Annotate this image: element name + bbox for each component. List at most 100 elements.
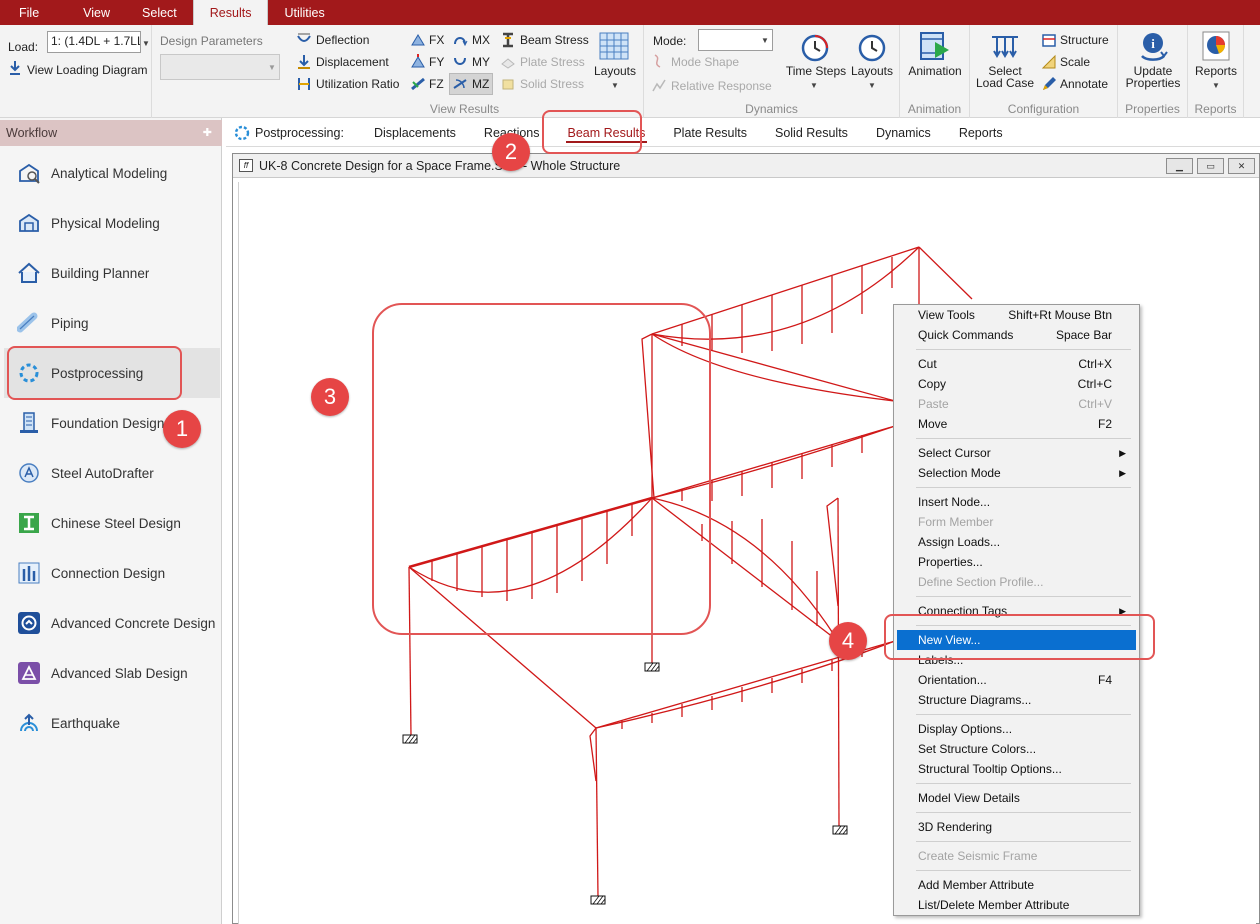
fx-button[interactable]: FX bbox=[429, 33, 444, 47]
layouts-grid-icon bbox=[599, 32, 629, 60]
building-planner-icon bbox=[16, 260, 42, 286]
menu-item-selection-mode[interactable]: Selection Mode ▶ bbox=[897, 463, 1136, 483]
maximize-icon[interactable]: ▭ bbox=[1197, 158, 1224, 174]
submenu-arrow-icon: ▶ bbox=[1119, 447, 1126, 458]
solid-stress-icon bbox=[502, 79, 514, 90]
highlight-new-view bbox=[884, 614, 1155, 660]
mode-combo-caret-icon[interactable]: ▼ bbox=[761, 36, 769, 45]
animation-label: Animation bbox=[907, 102, 962, 116]
workflow-item-connection-design[interactable]: Connection Design bbox=[4, 548, 220, 598]
reports-button[interactable]: Reports bbox=[1188, 65, 1244, 77]
configuration-group: Select Load Case Structure Scale Annotat… bbox=[970, 25, 1118, 118]
displacement-button[interactable]: Displacement bbox=[316, 55, 389, 69]
time-steps-caret-icon[interactable]: ▼ bbox=[810, 81, 818, 90]
tab-dynamics[interactable]: Dynamics bbox=[862, 119, 945, 147]
fz-button[interactable]: FZ bbox=[429, 77, 444, 91]
my-button[interactable]: MY bbox=[472, 55, 490, 69]
view-loading-diagram-button[interactable]: View Loading Diagram bbox=[27, 63, 148, 77]
mz-icon bbox=[453, 79, 467, 89]
step-badge-3: 3 bbox=[311, 378, 349, 416]
workflow-item-advanced-slab-design[interactable]: Advanced Slab Design bbox=[4, 648, 220, 698]
menu-select[interactable]: Select bbox=[126, 0, 193, 25]
design-parameters-combo[interactable] bbox=[160, 54, 280, 80]
dynamics-layouts-caret-icon[interactable]: ▼ bbox=[868, 81, 876, 90]
workflow-item-label: Foundation Design bbox=[51, 415, 165, 431]
pin-icon[interactable]: ✚ bbox=[203, 126, 212, 139]
utilization-ratio-button[interactable]: Utilization Ratio bbox=[316, 77, 399, 91]
connection-design-icon bbox=[16, 560, 42, 586]
layouts-caret-icon[interactable]: ▼ bbox=[611, 81, 619, 90]
menu-item-properties[interactable]: Properties... bbox=[897, 552, 1136, 572]
scale-button[interactable]: Scale bbox=[1060, 55, 1090, 69]
update-properties-button-line2[interactable]: Properties bbox=[1118, 77, 1188, 89]
workflow-item-analytical-modeling[interactable]: Analytical Modeling bbox=[4, 148, 220, 198]
layouts-button[interactable]: Layouts bbox=[590, 65, 640, 77]
menu-item-cut[interactable]: Cut Ctrl+X bbox=[897, 354, 1136, 374]
menu-view[interactable]: View bbox=[67, 0, 126, 25]
moment-curve-right-column bbox=[826, 497, 839, 607]
menu-item-shortcut: Ctrl+X bbox=[1078, 357, 1112, 371]
menu-item-quick-commands[interactable]: Quick Commands Space Bar bbox=[897, 325, 1136, 345]
annotate-button[interactable]: Annotate bbox=[1060, 77, 1108, 91]
workflow-item-chinese-steel-design[interactable]: Chinese Steel Design bbox=[4, 498, 220, 548]
fy-button[interactable]: FY bbox=[429, 55, 444, 69]
mx-button[interactable]: MX bbox=[472, 33, 490, 47]
mz-button[interactable]: MZ bbox=[472, 77, 489, 91]
menu-item-label: Select Cursor bbox=[918, 446, 991, 460]
deflection-button[interactable]: Deflection bbox=[316, 33, 369, 47]
animation-button[interactable]: Animation bbox=[900, 65, 970, 77]
menu-item-set-structure-colors[interactable]: Set Structure Colors... bbox=[897, 739, 1136, 759]
solid-stress-button: Solid Stress bbox=[520, 77, 585, 91]
foundation-design-icon bbox=[16, 410, 42, 436]
minimize-icon[interactable]: ▁ bbox=[1166, 158, 1193, 174]
menu-item-move[interactable]: Move F2 bbox=[897, 414, 1136, 434]
workflow-item-steel-autodrafter[interactable]: Steel AutoDrafter bbox=[4, 448, 220, 498]
workflow-item-label: Connection Design bbox=[51, 565, 166, 581]
menu-item-3d-rendering[interactable]: 3D Rendering bbox=[897, 817, 1136, 837]
close-icon[interactable]: ✕ bbox=[1228, 158, 1255, 174]
menu-separator bbox=[916, 349, 1131, 350]
menu-item-select-cursor[interactable]: Select Cursor ▶ bbox=[897, 443, 1136, 463]
select-load-case-icon bbox=[992, 36, 1018, 58]
workflow-item-earthquake[interactable]: Earthquake bbox=[4, 698, 220, 748]
menu-item-copy[interactable]: Copy Ctrl+C bbox=[897, 374, 1136, 394]
menu-bar: File View Select Results Utilities bbox=[0, 0, 1260, 25]
menu-item-label: Define Section Profile... bbox=[918, 575, 1044, 589]
menu-item-assign-loads[interactable]: Assign Loads... bbox=[897, 532, 1136, 552]
menu-item-add-member-attribute[interactable]: Add Member Attribute bbox=[897, 875, 1136, 895]
plate-stress-icon bbox=[501, 58, 515, 69]
workflow-item-piping[interactable]: Piping bbox=[4, 298, 220, 348]
load-combo[interactable]: 1: (1.4DL + 1.7LL) bbox=[47, 31, 141, 53]
menu-file[interactable]: File bbox=[0, 0, 67, 25]
tab-solid-results[interactable]: Solid Results bbox=[761, 119, 862, 147]
menu-item-view-tools[interactable]: View Tools Shift+Rt Mouse Btn bbox=[897, 305, 1136, 325]
menu-item-structure-diagrams[interactable]: Structure Diagrams... bbox=[897, 690, 1136, 710]
tab-reports[interactable]: Reports bbox=[945, 119, 1017, 147]
mode-shape-button: Mode Shape bbox=[671, 55, 740, 69]
time-steps-button[interactable]: Time Steps bbox=[778, 65, 854, 77]
load-combo-caret-icon[interactable]: ▼ bbox=[142, 39, 150, 48]
tab-plate-results[interactable]: Plate Results bbox=[659, 119, 761, 147]
dynamics-layouts-button[interactable]: Layouts bbox=[847, 65, 897, 77]
structure-button[interactable]: Structure bbox=[1060, 33, 1109, 47]
menu-item-model-view-details[interactable]: Model View Details bbox=[897, 788, 1136, 808]
postprocessing-prefix: Postprocessing: bbox=[226, 125, 360, 141]
menu-item-list-delete-member-attribute[interactable]: List/Delete Member Attribute bbox=[897, 895, 1136, 915]
reports-caret-icon[interactable]: ▼ bbox=[1212, 81, 1220, 90]
menu-separator bbox=[916, 487, 1131, 488]
properties-group: i Update Properties Properties bbox=[1118, 25, 1188, 118]
menu-item-display-options[interactable]: Display Options... bbox=[897, 719, 1136, 739]
menu-results[interactable]: Results bbox=[192, 0, 269, 25]
menu-item-orientation[interactable]: Orientation... F4 bbox=[897, 670, 1136, 690]
menu-utilities[interactable]: Utilities bbox=[268, 0, 340, 25]
workflow-item-building-planner[interactable]: Building Planner bbox=[4, 248, 220, 298]
select-load-case-button-line2[interactable]: Load Case bbox=[970, 77, 1040, 89]
document-icon: ff bbox=[239, 159, 253, 172]
workflow-item-physical-modeling[interactable]: Physical Modeling bbox=[4, 198, 220, 248]
beam-stress-button[interactable]: Beam Stress bbox=[520, 33, 589, 47]
menu-item-insert-node[interactable]: Insert Node... bbox=[897, 492, 1136, 512]
dynamics-group: Mode: ▼ Mode Shape Relative Response Tim… bbox=[644, 25, 900, 118]
menu-item-structural-tooltip-options[interactable]: Structural Tooltip Options... bbox=[897, 759, 1136, 779]
workflow-item-advanced-concrete-design[interactable]: Advanced Concrete Design bbox=[4, 598, 220, 648]
tab-displacements[interactable]: Displacements bbox=[360, 119, 470, 147]
